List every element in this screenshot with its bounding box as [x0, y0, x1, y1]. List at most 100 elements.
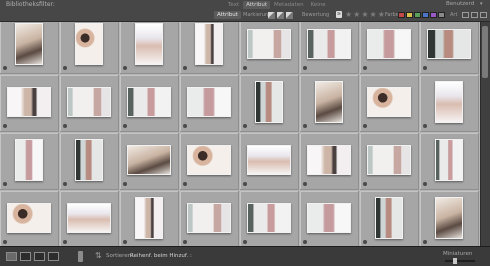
photo-thumbnail[interactable]: [135, 197, 163, 239]
rating-stars: ★ ★ ★ ★ ★: [345, 10, 385, 19]
thumbnail-cell[interactable]: [180, 133, 239, 190]
chevron-down-icon[interactable]: ▾: [480, 1, 483, 7]
grid-view-button[interactable]: [6, 252, 17, 261]
photo-thumbnail[interactable]: [375, 197, 403, 239]
thumbnail-cell[interactable]: [240, 191, 299, 246]
photo-thumbnail[interactable]: [187, 203, 231, 233]
photo-thumbnail[interactable]: [307, 145, 351, 175]
filter-tab-metadata[interactable]: Metadaten: [271, 1, 307, 9]
photo-thumbnail[interactable]: [195, 23, 223, 65]
photo-thumbnail[interactable]: [135, 23, 163, 65]
virtual-copy-icon[interactable]: [471, 12, 478, 18]
thumbnail-cell[interactable]: [360, 133, 419, 190]
star-icon[interactable]: ★: [361, 10, 368, 19]
photo-thumbnail[interactable]: [247, 145, 291, 175]
flag-picked-icon[interactable]: [268, 12, 275, 19]
scrollbar-thumb[interactable]: [482, 26, 488, 78]
photo-thumbnail[interactable]: [367, 87, 411, 117]
photo-thumbnail[interactable]: [315, 81, 343, 123]
photo-thumbnail[interactable]: [435, 139, 463, 181]
thumbnail-cell[interactable]: [180, 22, 239, 74]
video-icon[interactable]: [480, 12, 487, 18]
photo-thumbnail[interactable]: [367, 29, 411, 59]
thumbnail-cell[interactable]: [360, 75, 419, 132]
photo-thumbnail[interactable]: [67, 203, 111, 233]
thumbnail-cell[interactable]: [60, 133, 119, 190]
photo-thumbnail[interactable]: [187, 145, 231, 175]
color-label-swatch[interactable]: [398, 12, 405, 18]
thumbnail-cell[interactable]: [120, 22, 179, 74]
color-label-swatch[interactable]: [438, 12, 445, 18]
photo-thumbnail[interactable]: [255, 81, 283, 123]
thumbnail-cell[interactable]: [360, 22, 419, 74]
color-label-swatch[interactable]: [430, 12, 437, 18]
filter-tab-attribute[interactable]: Attribut: [243, 1, 271, 9]
photo-thumbnail[interactable]: [187, 87, 231, 117]
loupe-view-button[interactable]: [20, 252, 31, 261]
photo-thumbnail[interactable]: [75, 23, 103, 65]
star-icon[interactable]: ★: [378, 10, 385, 19]
thumbnail-cell[interactable]: [180, 75, 239, 132]
photo-thumbnail[interactable]: [15, 139, 43, 181]
star-icon[interactable]: ★: [345, 10, 352, 19]
thumbnail-cell[interactable]: [240, 75, 299, 132]
thumbnail-cell[interactable]: [60, 22, 119, 74]
thumbnail-cell[interactable]: [300, 133, 359, 190]
thumbnail-cell[interactable]: [300, 191, 359, 246]
filter-tab-text[interactable]: Text: [225, 1, 242, 9]
thumbnail-cell[interactable]: [300, 75, 359, 132]
star-icon[interactable]: ★: [370, 10, 377, 19]
thumbnail-cell[interactable]: [0, 75, 59, 132]
photo-thumbnail[interactable]: [367, 145, 411, 175]
sort-direction-icon[interactable]: ⇅: [95, 251, 102, 260]
photo-thumbnail[interactable]: [127, 87, 171, 117]
thumbnail-cell[interactable]: [0, 22, 59, 74]
color-label-swatch[interactable]: [414, 12, 421, 18]
flag-rejected-icon[interactable]: [286, 12, 293, 19]
thumbnail-cell[interactable]: [0, 191, 59, 246]
star-icon[interactable]: ★: [353, 10, 360, 19]
flag-unflagged-icon[interactable]: [277, 12, 284, 19]
photo-thumbnail[interactable]: [7, 203, 51, 233]
thumbnail-cell[interactable]: [60, 75, 119, 132]
thumbnail-cell[interactable]: [0, 133, 59, 190]
slider-knob[interactable]: [453, 258, 457, 264]
photo-thumbnail[interactable]: [67, 87, 111, 117]
photo-thumbnail[interactable]: [307, 29, 351, 59]
thumbnail-cell[interactable]: [420, 191, 479, 246]
thumbnail-cell[interactable]: [420, 75, 479, 132]
photo-thumbnail[interactable]: [435, 197, 463, 239]
thumbnail-cell[interactable]: [420, 133, 479, 190]
thumbnail-cell[interactable]: [120, 75, 179, 132]
photo-thumbnail[interactable]: [247, 203, 291, 233]
compare-view-button[interactable]: [34, 252, 45, 261]
photo-thumbnail[interactable]: [307, 203, 351, 233]
thumbnail-cell[interactable]: [120, 133, 179, 190]
bottom-toolbar: ⇅ Sortieren: Reihenf. beim Hinzuf. : Min…: [0, 246, 490, 266]
thumbnail-cell[interactable]: [420, 22, 479, 74]
thumbnail-cell[interactable]: [360, 191, 419, 246]
color-label-swatch[interactable]: [422, 12, 429, 18]
thumbnail-cell[interactable]: [120, 191, 179, 246]
photo-thumbnail[interactable]: [7, 87, 51, 117]
photo-thumbnail[interactable]: [427, 29, 471, 59]
filter-tab-none[interactable]: Keine: [308, 1, 329, 9]
master-photo-icon[interactable]: [462, 12, 469, 18]
thumbnail-cell[interactable]: [180, 191, 239, 246]
photo-thumbnail[interactable]: [75, 139, 103, 181]
thumbnail-cell[interactable]: [240, 133, 299, 190]
thumbnail-cell[interactable]: [240, 22, 299, 74]
photo-thumbnail[interactable]: [435, 81, 463, 123]
painter-spray-can-icon[interactable]: [78, 251, 83, 262]
sort-order-select[interactable]: Reihenf. beim Hinzuf. :: [130, 253, 192, 259]
color-label-swatch[interactable]: [406, 12, 413, 18]
filter-preset-select[interactable]: Benutzerd: [446, 1, 474, 7]
rating-operator-button[interactable]: ≥: [336, 11, 342, 18]
thumbnail-size-slider[interactable]: [445, 260, 475, 262]
thumbnail-cell[interactable]: [60, 191, 119, 246]
photo-thumbnail[interactable]: [15, 23, 43, 65]
photo-thumbnail[interactable]: [247, 29, 291, 59]
thumbnail-cell[interactable]: [300, 22, 359, 74]
photo-thumbnail[interactable]: [127, 145, 171, 175]
survey-view-button[interactable]: [48, 252, 59, 261]
